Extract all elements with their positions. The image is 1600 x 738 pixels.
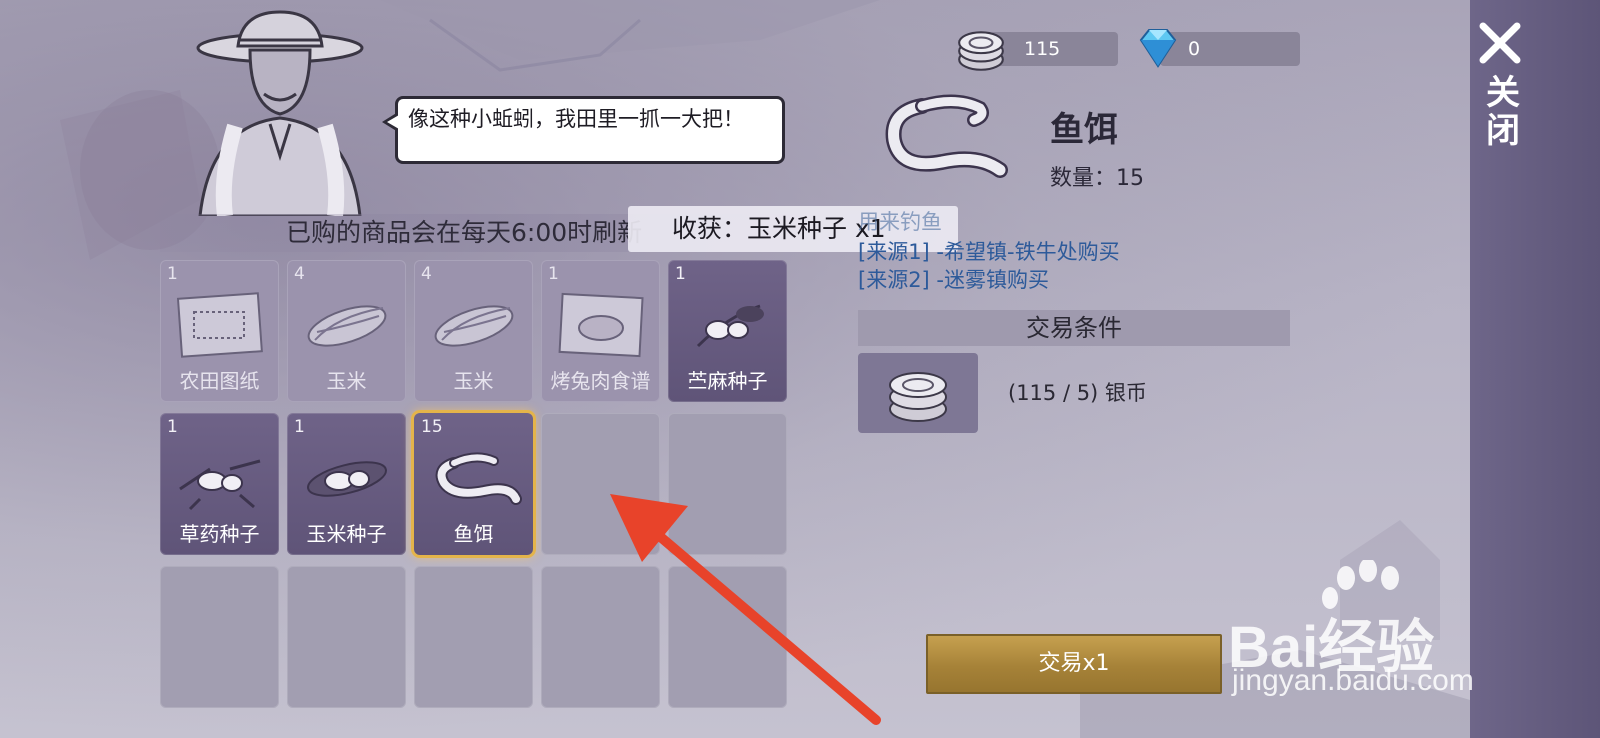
close-icon[interactable] (1477, 20, 1523, 66)
trade-condition-header: 交易条件 (858, 310, 1290, 346)
silver-coin-icon (958, 31, 1004, 71)
item-slot-ramie-seed[interactable]: 1 苎麻种子 (668, 260, 787, 402)
item-slot-herb-seed[interactable]: 1 草药种子 (160, 413, 279, 555)
item-name: 玉米 (453, 369, 494, 393)
trade-cost-icon-box (858, 353, 978, 433)
refresh-notice: 已购的商品会在每天6:00时刷新 (286, 218, 643, 247)
item-detail-quantity: 数量：15 (1050, 160, 1144, 192)
item-slot-corn-1[interactable]: 4 玉米 (287, 260, 406, 402)
item-slot-farm-blueprint[interactable]: 1 农田图纸 (160, 260, 279, 402)
corn-icon (307, 305, 387, 347)
trade-button[interactable]: 交易x1 (926, 634, 1222, 694)
source-line-2: [来源2] -迷雾镇购买 (858, 268, 1049, 292)
item-count: 15 (421, 417, 443, 437)
item-count: 1 (548, 264, 559, 284)
npc-speech-text: 像这种小蚯蚓，我田里一抓一大把！ (408, 107, 744, 131)
diamond-value: 0 (1188, 38, 1201, 60)
harvest-toast-text: 收获：玉米种子 x1 (672, 214, 886, 243)
worm-icon (435, 452, 522, 505)
close-sidebar[interactable]: 关闭 (1470, 0, 1600, 738)
close-label[interactable]: 关闭 (1476, 74, 1525, 150)
item-slot-corn-seed[interactable]: 1 玉米种子 (287, 413, 406, 555)
trade-cost-text: (115 / 5) 银币 (1008, 381, 1147, 405)
item-count: 1 (167, 417, 178, 437)
annotation-arrow (610, 494, 881, 725)
item-slot-empty[interactable] (414, 566, 533, 708)
seed-icon (696, 304, 764, 348)
item-count: 1 (167, 264, 178, 284)
item-slot-empty[interactable] (160, 566, 279, 708)
item-slot-empty[interactable] (287, 566, 406, 708)
item-name: 鱼饵 (453, 522, 494, 546)
item-count: 4 (294, 264, 305, 284)
source-line-1: [来源1] -希望镇-铁牛处购买 (858, 240, 1120, 264)
item-description: 用来钓鱼 (858, 210, 942, 234)
item-name: 玉米 (326, 369, 367, 393)
silver-coin-value: 115 (1024, 38, 1061, 60)
item-count: 1 (675, 264, 686, 284)
item-detail-name: 鱼饵 (1050, 110, 1118, 150)
diamond-icon (1139, 29, 1177, 68)
farmer-npc-portrait (196, 10, 364, 216)
item-name: 农田图纸 (179, 369, 260, 393)
quantity-value: 15 (1116, 166, 1145, 191)
item-slot-rabbit-recipe[interactable]: 1 烤兔肉食谱 (541, 260, 660, 402)
npc-speech-bubble: 像这种小蚯蚓，我田里一抓一大把！ (395, 96, 785, 164)
corn-icon (434, 305, 514, 347)
blueprint-icon (176, 292, 263, 358)
item-name: 草药种子 (179, 522, 260, 546)
item-slot-corn-2[interactable]: 4 玉米 (414, 260, 533, 402)
item-count: 1 (294, 417, 305, 437)
fish-bait-large-icon (885, 94, 1008, 178)
silver-coin-icon (889, 372, 947, 422)
watermark-url: jingyan.baidu.com (1232, 664, 1474, 697)
item-slot-fish-bait[interactable]: 15 鱼饵 (414, 413, 533, 555)
item-name: 苎麻种子 (687, 369, 768, 393)
herb-seed-icon (179, 459, 261, 511)
item-name: 烤兔肉食谱 (550, 369, 651, 393)
corn-seed-icon (307, 461, 387, 497)
item-name: 玉米种子 (306, 522, 387, 546)
recipe-icon (558, 292, 644, 358)
item-count: 4 (421, 264, 432, 284)
quantity-label: 数量： (1050, 166, 1117, 191)
silver-coin-counter: 115 (990, 32, 1118, 66)
